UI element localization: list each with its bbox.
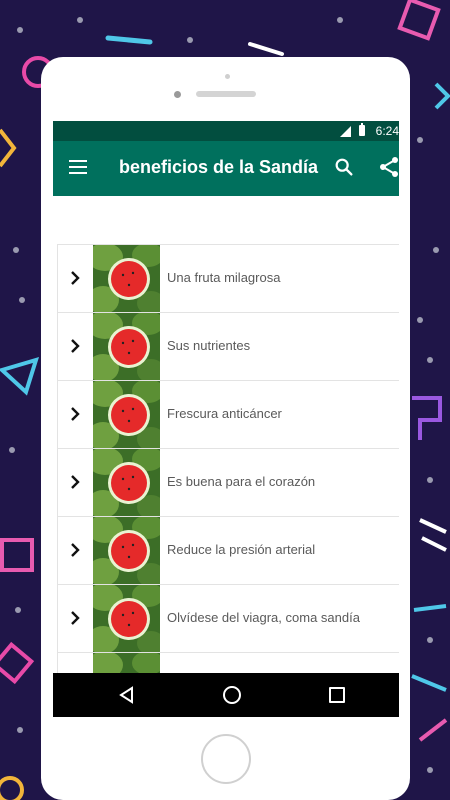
list-item-label: Es buena para el corazón (167, 474, 316, 489)
watermelon-thumbnail (93, 449, 160, 516)
battery-icon (359, 123, 365, 136)
app-screen: 6:24 beneficios de la Sandía Una fruta m… (53, 121, 399, 717)
physical-home-button[interactable] (201, 734, 251, 784)
chevron-right-icon (71, 271, 80, 285)
share-icon[interactable] (377, 155, 399, 179)
watermelon-thumbnail (93, 517, 160, 584)
status-bar: 6:24 (53, 121, 399, 141)
earpiece-speaker (196, 91, 256, 97)
back-triangle-icon[interactable] (118, 686, 136, 704)
list-item[interactable]: Reduce la presión arterial (57, 517, 399, 585)
recent-apps-square-icon[interactable] (329, 687, 345, 703)
sensor-dot (225, 74, 230, 79)
list-item[interactable]: Es buena para el corazón (57, 449, 399, 517)
benefits-list: Una fruta milagrosa Sus nutrientes Fresc… (57, 244, 399, 717)
list-item[interactable]: Frescura anticáncer (57, 381, 399, 449)
list-item[interactable]: Una fruta milagrosa (57, 244, 399, 313)
watermelon-thumbnail (93, 245, 160, 312)
watermelon-thumbnail (93, 313, 160, 380)
app-title: beneficios de la Sandía (119, 157, 319, 177)
watermelon-thumbnail (93, 585, 160, 652)
front-camera (174, 91, 181, 98)
chevron-right-icon (71, 475, 80, 489)
list-item-label: Frescura anticáncer (167, 406, 282, 421)
home-circle-icon[interactable] (223, 686, 241, 704)
app-bar: beneficios de la Sandía (53, 141, 399, 196)
status-time: 6:24 (375, 124, 399, 138)
list-item-label: Sus nutrientes (167, 338, 251, 353)
chevron-right-icon (71, 339, 80, 353)
chevron-right-icon (71, 611, 80, 625)
chevron-right-icon (71, 407, 80, 421)
list-item-label: Olvídese del viagra, coma sandía (167, 610, 360, 625)
list-item-label: Una fruta milagrosa (167, 270, 281, 285)
list-item[interactable]: Sus nutrientes (57, 313, 399, 381)
hamburger-menu-icon[interactable] (69, 160, 87, 174)
search-icon[interactable] (333, 156, 355, 178)
signal-icon (340, 126, 351, 137)
list-item-label: Reduce la presión arterial (167, 542, 316, 557)
list-item[interactable]: Olvídese del viagra, coma sandía (57, 585, 399, 653)
watermelon-thumbnail (93, 381, 160, 448)
system-nav-bar (53, 673, 399, 717)
chevron-right-icon (71, 543, 80, 557)
